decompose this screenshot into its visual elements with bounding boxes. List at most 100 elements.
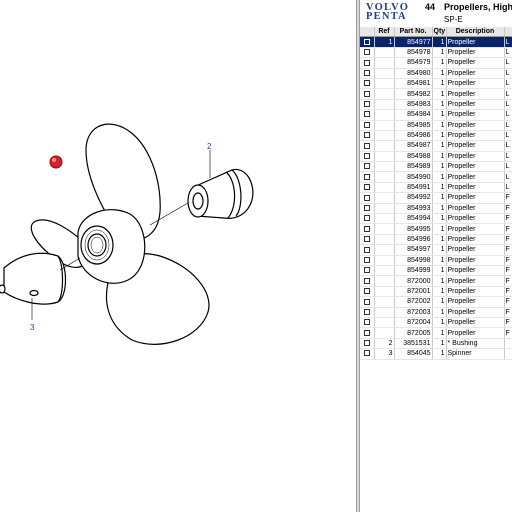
- row-checkbox[interactable]: [360, 192, 375, 204]
- checkbox[interactable]: [363, 173, 370, 180]
- checkbox[interactable]: [363, 163, 370, 170]
- checkbox[interactable]: [363, 204, 370, 211]
- checkbox[interactable]: [363, 121, 370, 128]
- row-checkbox[interactable]: [360, 140, 375, 152]
- checkbox[interactable]: [363, 153, 370, 160]
- table-row[interactable]: 2 3851531 1 * Bushing: [360, 338, 512, 350]
- table-row[interactable]: 854985 1 Propeller L: [360, 120, 512, 131]
- table-row[interactable]: 854983 1 Propeller L: [360, 99, 512, 111]
- row-checkbox[interactable]: [360, 78, 375, 90]
- row-checkbox[interactable]: [360, 348, 375, 360]
- ref-1-marker-icon[interactable]: [49, 155, 63, 169]
- table-row[interactable]: 854982 1 Propeller L: [360, 88, 512, 100]
- checkbox[interactable]: [363, 132, 370, 139]
- checkbox[interactable]: [363, 256, 370, 263]
- checkbox[interactable]: [363, 142, 370, 149]
- row-checkbox[interactable]: [360, 130, 375, 142]
- row-checkbox[interactable]: [360, 338, 375, 350]
- table-row[interactable]: 854993 1 Propeller F: [360, 203, 512, 215]
- column-header-part-no[interactable]: Part No.: [394, 27, 433, 38]
- table-row[interactable]: 872004 1 Propeller F: [360, 317, 512, 329]
- checkbox[interactable]: [363, 267, 370, 274]
- table-row[interactable]: 854990 1 Propeller L: [360, 171, 512, 183]
- checkbox[interactable]: [363, 329, 370, 336]
- checkbox[interactable]: [363, 90, 370, 97]
- row-checkbox[interactable]: [360, 307, 375, 318]
- checkbox[interactable]: [363, 340, 370, 347]
- row-checkbox[interactable]: [360, 234, 375, 246]
- table-row[interactable]: 854979 1 Propeller L: [360, 57, 512, 69]
- row-checkbox[interactable]: [360, 223, 375, 235]
- row-checkbox[interactable]: [360, 286, 375, 298]
- table-row[interactable]: 872005 1 Propeller F: [360, 327, 512, 339]
- row-checkbox[interactable]: [360, 255, 375, 267]
- checkbox[interactable]: [363, 225, 370, 232]
- checkbox[interactable]: [363, 194, 370, 201]
- checkbox[interactable]: [363, 38, 370, 45]
- row-checkbox[interactable]: [360, 47, 375, 59]
- table-row[interactable]: 854989 1 Propeller L: [360, 161, 512, 173]
- table-row[interactable]: 854987 1 Propeller L: [360, 140, 512, 152]
- row-checkbox[interactable]: [360, 68, 375, 79]
- table-row[interactable]: 872002 1 Propeller F: [360, 296, 512, 308]
- table-row[interactable]: 854986 1 Propeller L: [360, 130, 512, 142]
- checkbox[interactable]: [363, 101, 370, 108]
- row-checkbox[interactable]: [360, 161, 375, 173]
- row-checkbox[interactable]: [360, 36, 375, 48]
- table-row[interactable]: 3 854045 1 Spinner: [360, 348, 512, 360]
- callout-2-label[interactable]: 2: [207, 142, 212, 151]
- table-row[interactable]: 854997 1 Propeller F: [360, 244, 512, 256]
- row-checkbox[interactable]: [360, 57, 375, 69]
- checkbox[interactable]: [363, 49, 370, 56]
- row-checkbox[interactable]: [360, 171, 375, 183]
- checkbox[interactable]: [363, 111, 370, 118]
- table-row[interactable]: 872003 1 Propeller F: [360, 307, 512, 318]
- column-header-description[interactable]: Description: [446, 27, 505, 38]
- table-row[interactable]: 872000 1 Propeller F: [360, 275, 512, 287]
- row-checkbox[interactable]: [360, 213, 375, 225]
- row-checkbox[interactable]: [360, 275, 375, 287]
- row-checkbox[interactable]: [360, 327, 375, 339]
- table-row[interactable]: 872001 1 Propeller F: [360, 286, 512, 298]
- row-checkbox[interactable]: [360, 244, 375, 256]
- table-row[interactable]: 854998 1 Propeller F: [360, 255, 512, 267]
- checkbox[interactable]: [363, 246, 370, 253]
- checkbox[interactable]: [363, 277, 370, 284]
- checkbox[interactable]: [363, 80, 370, 87]
- table-row[interactable]: 854980 1 Propeller L: [360, 68, 512, 79]
- row-checkbox[interactable]: [360, 182, 375, 194]
- row-checkbox[interactable]: [360, 120, 375, 131]
- row-checkbox[interactable]: [360, 109, 375, 121]
- checkbox[interactable]: [363, 319, 370, 326]
- column-header-ref[interactable]: Ref: [374, 27, 395, 38]
- checkbox[interactable]: [363, 298, 370, 305]
- table-row[interactable]: 854988 1 Propeller L: [360, 151, 512, 163]
- checkbox[interactable]: [363, 308, 370, 315]
- table-row[interactable]: 854994 1 Propeller F: [360, 213, 512, 225]
- row-checkbox[interactable]: [360, 296, 375, 308]
- checkbox[interactable]: [363, 59, 370, 66]
- row-checkbox[interactable]: [360, 265, 375, 277]
- checkbox[interactable]: [363, 288, 370, 295]
- row-checkbox[interactable]: [360, 151, 375, 163]
- checkbox[interactable]: [363, 350, 370, 357]
- row-checkbox[interactable]: [360, 99, 375, 111]
- table-row[interactable]: 1 854977 1 Propeller L: [360, 36, 512, 48]
- checkbox[interactable]: [363, 69, 370, 76]
- callout-3-label[interactable]: 3: [30, 323, 35, 332]
- row-checkbox[interactable]: [360, 203, 375, 215]
- checkbox[interactable]: [363, 236, 370, 243]
- table-row[interactable]: 854995 1 Propeller F: [360, 223, 512, 235]
- table-row[interactable]: 854992 1 Propeller F: [360, 192, 512, 204]
- checkbox[interactable]: [363, 215, 370, 222]
- checkbox[interactable]: [363, 184, 370, 191]
- row-checkbox[interactable]: [360, 88, 375, 100]
- table-row[interactable]: 854978 1 Propeller L: [360, 47, 512, 59]
- table-row[interactable]: 854981 1 Propeller L: [360, 78, 512, 90]
- table-row[interactable]: 854996 1 Propeller F: [360, 234, 512, 246]
- row-checkbox[interactable]: [360, 317, 375, 329]
- column-header-qty[interactable]: Qty: [432, 27, 447, 38]
- table-row[interactable]: 854999 1 Propeller F: [360, 265, 512, 277]
- table-row[interactable]: 854991 1 Propeller L: [360, 182, 512, 194]
- table-row[interactable]: 854984 1 Propeller L: [360, 109, 512, 121]
